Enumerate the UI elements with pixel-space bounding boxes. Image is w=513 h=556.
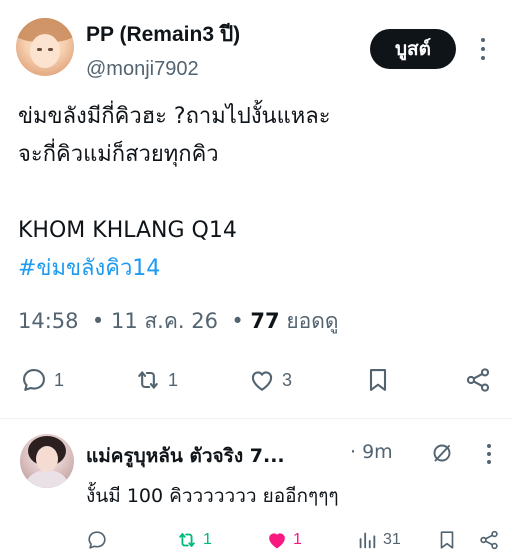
bookmark-button[interactable]	[364, 360, 392, 400]
main-post: PP (Remain3 ปี) @monji7902 บูสต์ ข่มขลัง…	[0, 0, 513, 418]
meta-separator: •	[224, 309, 251, 333]
author-handle[interactable]: @monji7902	[86, 58, 199, 81]
repost-icon	[179, 533, 195, 547]
post-time[interactable]: 14:58	[18, 309, 79, 333]
reply-like-count: 1	[293, 531, 302, 548]
grok-icon[interactable]	[430, 441, 454, 465]
reply-button[interactable]: 1	[20, 360, 64, 400]
like-button[interactable]: 3	[248, 360, 292, 400]
reply-views-count: 31	[383, 531, 401, 548]
post-text-line-2: จะกี่คิวแม่ก็สวยทุกคิว	[18, 142, 219, 167]
author-display-name[interactable]: PP (Remain3 ปี)	[86, 18, 240, 51]
reply-text: งั้นมี 100 คิววววววว ยออีกๆๆๆ	[86, 485, 339, 507]
share-icon	[466, 368, 490, 392]
author-name-row: PP (Remain3 ปี)	[86, 20, 240, 48]
reply-repost-button[interactable]: 1	[176, 523, 212, 556]
bookmark-icon	[440, 531, 454, 549]
post-action-bar: 1 1 3	[0, 360, 513, 400]
bookmark-icon	[369, 369, 387, 391]
repost-count: 1	[168, 369, 179, 390]
share-icon	[480, 530, 498, 550]
reply-more-options-icon[interactable]	[482, 444, 496, 464]
heart-icon	[251, 371, 273, 391]
view-count: 77	[250, 309, 280, 333]
reply-author-name[interactable]: แม่ครูบุหลัน ตัวจริง 7...	[86, 441, 285, 471]
reply-repost-count: 1	[203, 531, 212, 548]
reply-count: 1	[54, 369, 65, 390]
hashtag-link[interactable]: #ข่มขลังคิว14	[18, 250, 498, 288]
more-options-icon[interactable]	[476, 38, 490, 60]
reply-action-bar: 1 1 31	[0, 523, 513, 556]
author-avatar[interactable]	[16, 18, 74, 76]
reply-like-button[interactable]: 1	[266, 523, 302, 556]
post-metadata: 14:58 • 11 ส.ค. 26 • 77 ยอดดู	[18, 305, 339, 338]
post-text-line-1: ข่มขลังมีกี่คิวฮะ ?ถามไปงั้นแหละ	[18, 104, 331, 129]
repost-icon	[138, 371, 158, 389]
view-label: ยอดดู	[286, 309, 339, 333]
post-text-line-3: KHOM KHLANG Q14	[18, 218, 237, 243]
reply-icon	[23, 369, 45, 391]
reply-author-avatar[interactable]	[20, 434, 74, 488]
analytics-icon	[359, 532, 376, 549]
boost-button[interactable]: บูสต์	[370, 29, 456, 69]
like-count: 3	[282, 369, 293, 390]
reply-post[interactable]: แม่ครูบุหลัน ตัวจริง 7... · 9m งั้นมี 10…	[0, 419, 513, 556]
reply-share-button[interactable]	[478, 523, 500, 556]
post-text: ข่มขลังมีกี่คิวฮะ ?ถามไปงั้นแหละ จะกี่คิ…	[18, 98, 498, 288]
share-button[interactable]	[464, 360, 492, 400]
reply-time[interactable]: · 9m	[350, 441, 393, 463]
reply-bookmark-button[interactable]	[436, 523, 458, 556]
reply-icon	[88, 531, 106, 549]
heart-filled-icon	[269, 533, 285, 549]
post-date[interactable]: 11 ส.ค. 26	[111, 309, 218, 333]
meta-separator: •	[85, 309, 111, 333]
reply-reply-button[interactable]	[86, 523, 108, 556]
reply-views-button[interactable]: 31	[356, 523, 401, 556]
repost-button[interactable]: 1	[134, 360, 178, 400]
